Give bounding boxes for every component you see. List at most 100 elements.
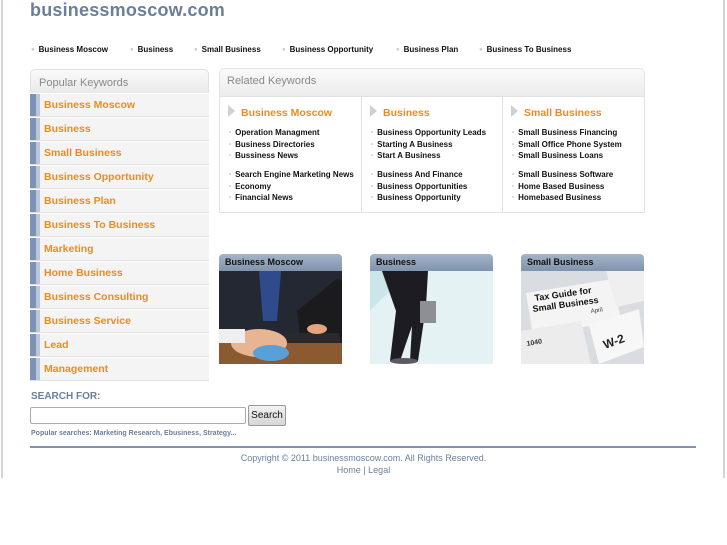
keyword-label: Lead	[44, 339, 69, 351]
related-link[interactable]: Business Directories	[229, 139, 320, 151]
accent-bar	[30, 190, 40, 212]
related-column-title[interactable]: Business Moscow	[241, 107, 332, 119]
tile-caption: Business Moscow	[219, 254, 342, 271]
related-link[interactable]: Start A Business	[371, 150, 486, 162]
related-link[interactable]: Business Opportunity Leads	[371, 127, 486, 139]
related-column: Business Moscow Operation Managment Busi…	[220, 97, 361, 212]
businessman-briefcase-image	[370, 271, 493, 364]
related-column-title[interactable]: Business	[383, 107, 430, 119]
photo-illustration	[370, 271, 493, 364]
keyword-label: Marketing	[44, 243, 94, 255]
related-link[interactable]: Homebased Business	[512, 192, 613, 204]
image-tile-business[interactable]: Business	[370, 254, 493, 364]
popular-keywords-panel: Popular Keywords Business Moscow Busines…	[30, 69, 209, 381]
footer-links: Home | Legal	[0, 465, 727, 475]
accent-bar	[30, 94, 40, 116]
accent-bar	[30, 214, 40, 236]
popular-keyword-item[interactable]: Business Consulting	[30, 286, 209, 309]
popular-keyword-item[interactable]: Management	[30, 358, 209, 381]
popular-keyword-item[interactable]: Business Moscow	[30, 94, 209, 117]
popular-keyword-item[interactable]: Small Business	[30, 142, 209, 165]
keyword-label: Small Business	[44, 147, 122, 159]
related-link[interactable]: Business And Finance	[371, 169, 467, 181]
related-link[interactable]: Business Opportunity	[371, 192, 467, 204]
keyword-label: Business Service	[44, 315, 131, 327]
site-title[interactable]: businessmoscow.com	[30, 0, 225, 21]
popular-keyword-item[interactable]: Business Service	[30, 310, 209, 333]
related-link-list: Business Opportunity Leads Starting A Bu…	[371, 127, 486, 162]
bullet-icon: ●	[396, 47, 400, 53]
bullet-icon: ●	[479, 47, 483, 53]
related-column-title[interactable]: Small Business	[524, 107, 602, 119]
accent-bar	[30, 166, 40, 188]
keyword-label: Business Plan	[44, 195, 116, 207]
topnav-item-business-opportunity[interactable]: ● Business Opportunity	[282, 45, 373, 54]
related-link[interactable]: Home Based Business	[512, 181, 613, 193]
popular-keyword-item[interactable]: Business Plan	[30, 190, 209, 213]
copyright-text: Copyright © 2011 businessmoscow.com. All…	[240, 453, 487, 463]
related-link[interactable]: Small Business Software	[512, 169, 613, 181]
topnav-label: Business	[137, 45, 174, 54]
keyword-label: Business	[44, 123, 91, 135]
topnav-label: Small Business	[201, 45, 261, 54]
topnav-item-business-moscow[interactable]: ● Business Moscow	[31, 45, 108, 54]
topnav-label: Business Plan	[403, 45, 459, 54]
accent-bar	[30, 238, 40, 260]
popular-keyword-item[interactable]: Lead	[30, 334, 209, 357]
accent-bar	[30, 118, 40, 140]
related-link[interactable]: Small Office Phone System	[512, 139, 622, 151]
image-tile-small-business[interactable]: Small Business Tax Guide for Small Busin…	[521, 254, 644, 364]
footer-separator: |	[363, 465, 366, 475]
search-label: SEARCH FOR:	[31, 391, 101, 402]
bullet-icon: ●	[31, 47, 35, 53]
photo-illustration	[219, 271, 342, 364]
popular-keyword-item[interactable]: Business Opportunity	[30, 166, 209, 189]
bullet-icon: ●	[282, 47, 286, 53]
related-link[interactable]: Search Engine Marketing News	[229, 169, 354, 181]
popular-keywords-header: Popular Keywords	[30, 69, 209, 93]
topnav-label: Business Opportunity	[289, 45, 374, 54]
related-link[interactable]: Small Business Financing	[512, 127, 622, 139]
related-link-list: Search Engine Marketing News Economy Fin…	[229, 169, 354, 204]
related-keywords-panel: Related Keywords Business Moscow Operati…	[219, 68, 645, 213]
tile-caption: Business	[370, 254, 493, 271]
popular-searches-text[interactable]: Popular searches: Marketing Research, Eb…	[31, 430, 236, 437]
topnav-label: Business To Business	[486, 45, 572, 54]
accent-bar	[30, 142, 40, 164]
popular-keyword-item[interactable]: Business To Business	[30, 214, 209, 237]
related-link[interactable]: Business Opportunities	[371, 181, 467, 193]
topnav-label: Business Moscow	[38, 45, 108, 54]
keyword-label: Home Business	[44, 267, 123, 279]
accent-bar	[30, 334, 40, 356]
related-column: Business Business Opportunity Leads Star…	[361, 97, 502, 212]
bullet-icon: ●	[194, 47, 198, 53]
topnav-item-business-plan[interactable]: ● Business Plan	[396, 45, 458, 54]
popular-keyword-item[interactable]: Business	[30, 118, 209, 141]
footer-link-legal[interactable]: Legal	[368, 465, 390, 475]
footer-divider	[30, 446, 696, 448]
related-column: Small Business Small Business Financing …	[502, 97, 643, 212]
keyword-label: Business Moscow	[44, 99, 136, 111]
popular-keyword-item[interactable]: Home Business	[30, 262, 209, 285]
related-link[interactable]: Financial News	[229, 192, 354, 204]
bullet-icon: ●	[130, 47, 134, 53]
accent-bar	[30, 262, 40, 284]
topnav-item-small-business[interactable]: ● Small Business	[194, 45, 261, 54]
image-tile-business-moscow[interactable]: Business Moscow	[219, 254, 342, 364]
related-link[interactable]: Economy	[229, 181, 354, 193]
related-link-list: Small Business Financing Small Office Ph…	[512, 127, 622, 162]
search-button[interactable]: Search	[248, 405, 286, 426]
search-input[interactable]	[30, 407, 246, 424]
triangle-arrow-icon	[370, 105, 377, 117]
related-link[interactable]: Bussiness News	[229, 150, 320, 162]
businessman-laptop-image	[219, 271, 342, 364]
topnav-item-business-to-business[interactable]: ● Business To Business	[479, 45, 571, 54]
tile-caption: Small Business	[521, 254, 644, 271]
popular-keyword-item[interactable]: Marketing	[30, 238, 209, 261]
topnav-item-business[interactable]: ● Business	[130, 45, 173, 54]
related-link[interactable]: Small Business Loans	[512, 150, 622, 162]
related-link[interactable]: Operation Managment	[229, 127, 319, 139]
footer-link-home[interactable]: Home	[337, 465, 361, 475]
accent-bar	[30, 286, 40, 308]
related-link[interactable]: Starting A Business	[371, 139, 486, 151]
